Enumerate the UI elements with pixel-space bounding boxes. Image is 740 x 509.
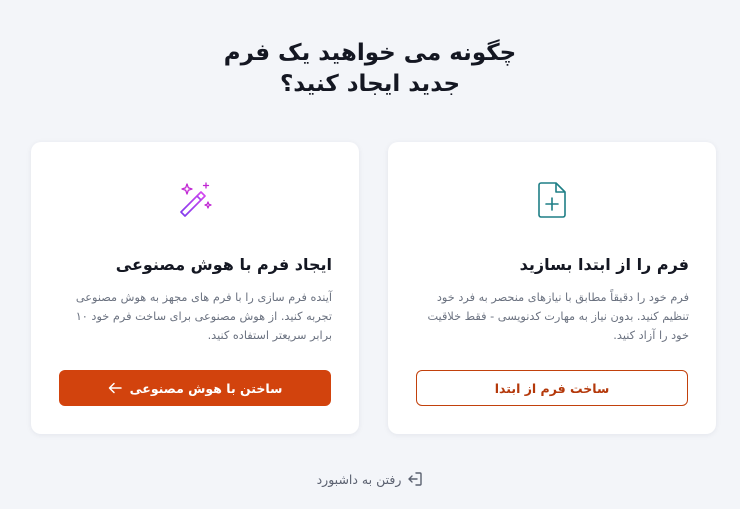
document-plus-icon	[532, 180, 572, 220]
magic-wand-icon	[175, 180, 215, 220]
dashboard-link-label: رفتن به داشبورد	[316, 471, 402, 487]
card-title: فرم را از ابتدا بسازید	[519, 255, 689, 274]
button-label: ساختن با هوش مصنوعی	[129, 380, 283, 396]
card-from-scratch: فرم را از ابتدا بسازید فرم خود را دقیقاً…	[388, 142, 716, 434]
card-description: فرم خود را دقیقاً مطابق با نیازهای منحصر…	[427, 291, 689, 342]
build-with-ai-button[interactable]: ساختن با هوش مصنوعی	[59, 370, 331, 406]
card-description: آینده فرم سازی را با فرم های مجهز به هوش…	[75, 291, 332, 342]
card-title: ایجاد فرم با هوش مصنوعی	[115, 255, 332, 274]
page-title-line-2: جدید ایجاد کنید؟	[279, 71, 461, 97]
button-label: ساخت فرم از ابتدا	[494, 380, 610, 396]
exit-icon	[407, 471, 423, 487]
build-from-scratch-button[interactable]: ساخت فرم از ابتدا	[416, 370, 688, 406]
page-title: چگونه می خواهید یک فرم جدید ایجاد کنید؟	[170, 38, 570, 100]
card-ai: ایجاد فرم با هوش مصنوعی آینده فرم سازی ر…	[31, 142, 359, 434]
arrow-left-icon	[108, 382, 122, 394]
page-title-line-1: چگونه می خواهید یک فرم	[223, 40, 517, 66]
go-to-dashboard-link[interactable]: رفتن به داشبورد	[0, 471, 740, 487]
